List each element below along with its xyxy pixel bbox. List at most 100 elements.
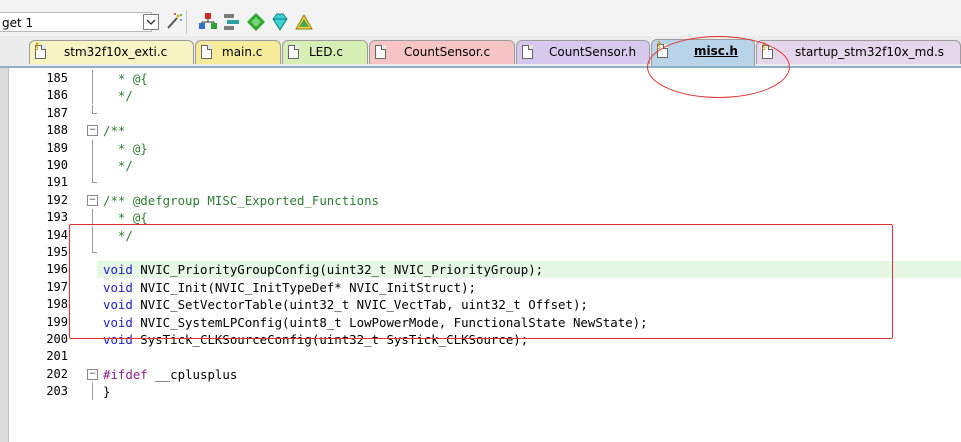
code-line[interactable]: 193 * @{ xyxy=(0,209,961,227)
line-number: 188 xyxy=(46,123,68,138)
line-number: 200 xyxy=(46,332,68,346)
keyword: void xyxy=(103,332,133,347)
code-text: #ifdef __cplusplus xyxy=(103,366,237,383)
toolbar: get 1 xyxy=(0,0,961,37)
code-line[interactable]: 191 xyxy=(0,174,961,191)
tab-label: stm32f10x_exti.c xyxy=(64,45,168,59)
code-text: } xyxy=(103,383,110,400)
comment-text: * @{ xyxy=(103,71,148,86)
fold-toggle-icon[interactable] xyxy=(87,192,98,209)
code-line[interactable]: 192 /** @defgroup MISC_Exported_Functions xyxy=(0,192,961,209)
fold-line xyxy=(87,226,97,244)
fold-line xyxy=(87,87,97,105)
keyword: void xyxy=(103,262,133,278)
comment-text: */ xyxy=(103,158,133,173)
code-line[interactable]: 198 void NVIC_SetVectorTable(uint32_t NVI… xyxy=(0,296,961,313)
line-number: 202 xyxy=(46,366,68,381)
line-number: 194 xyxy=(46,227,68,242)
manage-project-icon[interactable] xyxy=(197,11,219,33)
event-recorder-icon[interactable] xyxy=(293,11,315,33)
fold-line xyxy=(87,104,97,122)
code-rest: NVIC_Init(NVIC_InitTypeDef* NVIC_InitStr… xyxy=(132,279,476,295)
comment-text: /** xyxy=(103,123,126,139)
tab-misc-h[interactable]: ⚷ misc.h xyxy=(651,39,755,66)
line-number: 196 xyxy=(46,262,68,277)
line-number: 186 xyxy=(46,88,68,103)
target-select[interactable]: get 1 xyxy=(0,12,152,32)
tab-startup-stm32f10x-md-s[interactable]: ⚷ startup_stm32f10x_md.s xyxy=(756,40,961,64)
code-line[interactable]: 189 * @} xyxy=(0,139,961,157)
keyword: void xyxy=(103,314,133,330)
key-icon: ⚷ xyxy=(33,41,41,52)
chevron-down-icon[interactable] xyxy=(140,11,162,33)
magic-wand-icon[interactable] xyxy=(163,11,185,33)
line-number: 198 xyxy=(46,297,68,312)
tab-label: misc.h xyxy=(694,44,738,58)
line-number: 187 xyxy=(46,105,68,120)
code-text: */ xyxy=(103,87,133,104)
code-line[interactable]: 190 */ xyxy=(0,157,961,174)
tab-label: startup_stm32f10x_md.s xyxy=(795,45,945,59)
tab-countsensor-h[interactable]: CountSensor.h xyxy=(516,40,650,64)
tab-label: main.c xyxy=(222,45,263,59)
fold-line xyxy=(87,383,97,401)
fold-line xyxy=(87,209,97,227)
file-icon xyxy=(288,45,299,59)
tab-main-c[interactable]: main.c xyxy=(195,40,281,64)
line-number: 197 xyxy=(46,279,68,294)
file-tab-bar: ⚷ stm32f10x_exti.c main.c LED.c CountSen… xyxy=(0,36,961,68)
code-text: /** @defgroup MISC_Exported_Functions xyxy=(103,192,379,209)
keyword: void xyxy=(103,297,133,313)
comment-text: /** @defgroup MISC_Exported_Functions xyxy=(103,192,380,208)
code-line[interactable]: 194 */ xyxy=(0,226,961,244)
code-editor[interactable]: 185 * @{186 */187188/**189 * @}190 */191… xyxy=(0,68,961,442)
code-text: /** xyxy=(103,122,125,139)
code-text: void SysTick_CLKSourceConfig(uint32_t Sy… xyxy=(103,331,528,348)
code-line[interactable]: 195 xyxy=(0,244,961,261)
line-number: 191 xyxy=(46,175,68,190)
line-number: 201 xyxy=(46,349,68,364)
code-line[interactable]: 203} xyxy=(0,383,961,401)
code-line[interactable]: 187 xyxy=(0,104,961,122)
code-line[interactable]: 185 * @{ xyxy=(0,70,961,87)
tab-label: LED.c xyxy=(309,45,343,59)
code-text: * @{ xyxy=(103,209,148,226)
code-text: */ xyxy=(103,227,133,244)
select-packs-icon[interactable] xyxy=(221,11,243,33)
fold-line xyxy=(87,70,97,87)
fold-line xyxy=(87,139,97,157)
line-number: 203 xyxy=(46,384,68,399)
code-line[interactable]: 197 void NVIC_Init(NVIC_InitTypeDef* NVIC… xyxy=(0,279,961,296)
tab-stm32f10x-exti-c[interactable]: ⚷ stm32f10x_exti.c xyxy=(29,40,194,64)
fold-toggle-icon[interactable] xyxy=(87,122,98,139)
code-rest: __cplusplus xyxy=(147,366,238,382)
line-number: 189 xyxy=(46,140,68,155)
tab-countsensor-c[interactable]: CountSensor.c xyxy=(369,40,515,64)
comment-text: */ xyxy=(103,88,133,104)
fold-toggle-icon[interactable] xyxy=(87,366,98,383)
code-line[interactable]: 188 /** xyxy=(0,122,961,139)
comment-text: * @} xyxy=(103,140,148,156)
code-line[interactable]: 202 #ifdef __cplusplus xyxy=(0,366,961,383)
code-line[interactable]: 200 void SysTick_CLKSourceConfig(uint32_t… xyxy=(0,331,961,348)
code-text: * @} xyxy=(103,140,148,157)
line-number: 195 xyxy=(46,245,68,259)
code-line[interactable]: 196 void NVIC_PriorityGroupConfig(uint32_… xyxy=(0,261,961,279)
file-icon xyxy=(375,45,386,59)
toolbar-separator xyxy=(186,10,187,34)
gem-icon[interactable] xyxy=(269,11,291,33)
code-rest: SysTick_CLKSourceConfig(uint32_t SysTick… xyxy=(132,332,529,347)
code-line[interactable]: 199 void NVIC_SystemLPConfig(uint8_t LowP… xyxy=(0,314,961,331)
code-text: void NVIC_Init(NVIC_InitTypeDef* NVIC_In… xyxy=(103,279,476,296)
code-line[interactable]: 186 */ xyxy=(0,87,961,105)
line-number: 185 xyxy=(46,71,68,85)
code-text: void NVIC_SystemLPConfig(uint8_t LowPowe… xyxy=(103,314,648,331)
fold-line xyxy=(87,174,97,191)
code-text: * @{ xyxy=(103,70,148,87)
tab-led-c[interactable]: LED.c xyxy=(282,40,368,64)
code-rest: NVIC_SystemLPConfig(uint8_t LowPowerMode… xyxy=(132,314,648,330)
pack-installer-icon[interactable] xyxy=(245,11,267,33)
code-line[interactable]: 201 xyxy=(0,348,961,365)
line-number: 199 xyxy=(46,314,68,329)
code-rest: NVIC_SetVectorTable(uint32_t NVIC_VectTa… xyxy=(132,297,588,313)
